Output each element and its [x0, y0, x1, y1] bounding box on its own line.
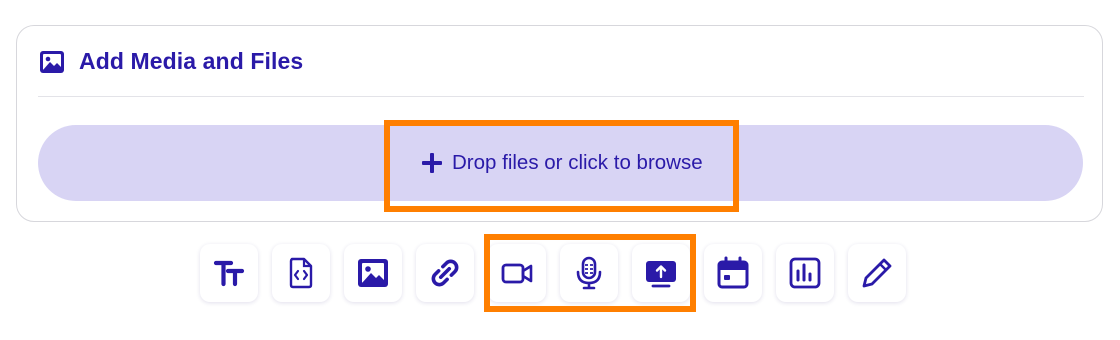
calendar-icon — [717, 256, 749, 289]
link-icon — [431, 259, 459, 287]
screen-upload-icon — [646, 261, 676, 288]
dropzone-label-group: Drop files or click to browse — [421, 125, 703, 201]
video-button[interactable] — [488, 244, 546, 302]
code-file-button[interactable] — [272, 244, 330, 302]
microphone-icon — [576, 256, 602, 290]
code-file-icon — [289, 257, 313, 289]
dropzone-label: Drop files or click to browse — [452, 151, 703, 174]
add-media-card: Add Media and Files Drop files or click … — [16, 25, 1103, 222]
text-format-button[interactable] — [200, 244, 258, 302]
screen-share-button[interactable] — [632, 244, 690, 302]
plus-icon — [422, 153, 442, 173]
audio-button[interactable] — [560, 244, 618, 302]
card-header: Add Media and Files — [39, 48, 303, 75]
pencil-icon — [862, 258, 892, 288]
link-button[interactable] — [416, 244, 474, 302]
file-dropzone[interactable]: Drop files or click to browse — [38, 125, 1083, 201]
image-button[interactable] — [344, 244, 402, 302]
image-icon — [358, 259, 388, 287]
draw-button[interactable] — [848, 244, 906, 302]
card-title: Add Media and Files — [79, 48, 304, 74]
video-camera-icon — [501, 263, 533, 284]
calendar-button[interactable] — [704, 244, 762, 302]
bar-chart-icon — [789, 257, 821, 289]
divider — [38, 96, 1084, 97]
add-media-panel: Add Media and Files Drop files or click … — [0, 0, 1120, 340]
chart-button[interactable] — [776, 244, 834, 302]
text-format-icon — [213, 260, 245, 287]
image-icon — [40, 50, 64, 73]
